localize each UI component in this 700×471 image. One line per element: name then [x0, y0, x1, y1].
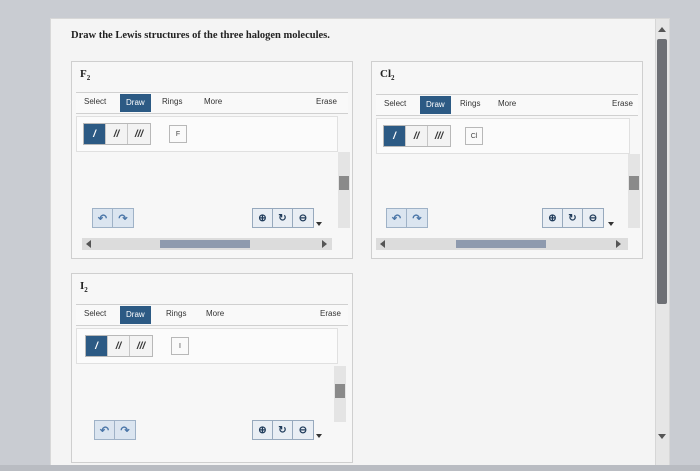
scroll-thumb[interactable] [335, 384, 345, 398]
molecule-label: Cl2 [380, 68, 395, 83]
triple-bond-button[interactable]: /// [130, 336, 152, 356]
molecule-label: I2 [80, 280, 88, 295]
question-title: Draw the Lewis structures of the three h… [71, 30, 330, 41]
double-bond-button[interactable]: // [406, 126, 428, 146]
rings-tab[interactable]: Rings [166, 309, 186, 318]
canvas-vertical-scrollbar[interactable] [334, 366, 346, 422]
sketcher-f2: F2 Select Draw Rings More Erase / // ///… [71, 61, 353, 259]
tool-palette: / // /// Cl [376, 118, 630, 154]
zoom-in-icon[interactable]: ⊕ [543, 209, 563, 227]
canvas-vertical-scrollbar[interactable] [628, 154, 640, 228]
chevron-down-icon[interactable] [608, 222, 614, 226]
scroll-thumb[interactable] [339, 176, 349, 190]
scroll-right-icon[interactable] [616, 240, 621, 248]
zoom-controls: ⊕ ↻ ⊖ [252, 208, 314, 228]
rings-tab[interactable]: Rings [162, 97, 182, 106]
element-cl-button[interactable]: Cl [465, 127, 483, 145]
page-scrollbar[interactable] [655, 19, 669, 469]
triple-bond-button[interactable]: /// [428, 126, 450, 146]
element-i-button[interactable]: I [171, 337, 189, 355]
erase-button[interactable]: Erase [612, 99, 633, 108]
scroll-down-icon[interactable] [658, 434, 666, 439]
draw-tab[interactable]: Draw [420, 96, 451, 114]
bond-tools: / // /// [85, 335, 153, 357]
select-tab[interactable]: Select [84, 309, 106, 318]
double-bond-button[interactable]: // [108, 336, 130, 356]
bond-tools: / // /// [83, 123, 151, 145]
erase-button[interactable]: Erase [316, 97, 337, 106]
history-controls: ↶ ↷ [92, 208, 134, 228]
redo-icon[interactable]: ↷ [113, 209, 133, 227]
question-page: Draw the Lewis structures of the three h… [50, 18, 670, 469]
window-bottom-edge [0, 465, 700, 471]
redo-icon[interactable]: ↷ [407, 209, 427, 227]
sketcher-toolbar: Select Draw Rings More Erase [376, 94, 638, 116]
rings-tab[interactable]: Rings [460, 99, 480, 108]
more-tab[interactable]: More [204, 97, 222, 106]
undo-icon[interactable]: ↶ [387, 209, 407, 227]
more-tab[interactable]: More [498, 99, 516, 108]
scroll-left-icon[interactable] [380, 240, 385, 248]
scroll-thumb[interactable] [160, 240, 250, 248]
scroll-right-icon[interactable] [322, 240, 327, 248]
redo-icon[interactable]: ↷ [115, 421, 135, 439]
sketcher-i2: I2 Select Draw Rings More Erase / // ///… [71, 273, 353, 463]
element-f-button[interactable]: F [169, 125, 187, 143]
canvas-vertical-scrollbar[interactable] [338, 152, 350, 228]
zoom-out-icon[interactable]: ⊖ [293, 421, 313, 439]
draw-tab[interactable]: Draw [120, 94, 151, 112]
zoom-out-icon[interactable]: ⊖ [583, 209, 603, 227]
select-tab[interactable]: Select [84, 97, 106, 106]
history-controls: ↶ ↷ [94, 420, 136, 440]
zoom-controls: ⊕ ↻ ⊖ [542, 208, 604, 228]
scroll-up-icon[interactable] [658, 27, 666, 32]
bond-tools: / // /// [383, 125, 451, 147]
sketcher-cl2: Cl2 Select Draw Rings More Erase / // //… [371, 61, 643, 259]
page-scroll-thumb[interactable] [657, 39, 667, 304]
zoom-in-icon[interactable]: ⊕ [253, 421, 273, 439]
history-controls: ↶ ↷ [386, 208, 428, 228]
draw-tab[interactable]: Draw [120, 306, 151, 324]
zoom-reset-icon[interactable]: ↻ [273, 421, 293, 439]
zoom-out-icon[interactable]: ⊖ [293, 209, 313, 227]
single-bond-button[interactable]: / [384, 126, 406, 146]
sketcher-toolbar: Select Draw Rings More Erase [76, 92, 348, 114]
scroll-left-icon[interactable] [86, 240, 91, 248]
canvas-horizontal-scrollbar[interactable] [82, 238, 332, 250]
double-bond-button[interactable]: // [106, 124, 128, 144]
scroll-thumb[interactable] [456, 240, 546, 248]
canvas-horizontal-scrollbar[interactable] [376, 238, 628, 250]
tool-palette: / // /// I [76, 328, 338, 364]
molecule-label: F2 [80, 68, 91, 83]
select-tab[interactable]: Select [384, 99, 406, 108]
more-tab[interactable]: More [206, 309, 224, 318]
zoom-in-icon[interactable]: ⊕ [253, 209, 273, 227]
single-bond-button[interactable]: / [86, 336, 108, 356]
single-bond-button[interactable]: / [84, 124, 106, 144]
triple-bond-button[interactable]: /// [128, 124, 150, 144]
sketcher-toolbar: Select Draw Rings More Erase [76, 304, 348, 326]
zoom-reset-icon[interactable]: ↻ [273, 209, 293, 227]
zoom-controls: ⊕ ↻ ⊖ [252, 420, 314, 440]
tool-palette: / // /// F [76, 116, 338, 152]
undo-icon[interactable]: ↶ [93, 209, 113, 227]
undo-icon[interactable]: ↶ [95, 421, 115, 439]
zoom-reset-icon[interactable]: ↻ [563, 209, 583, 227]
chevron-down-icon[interactable] [316, 434, 322, 438]
chevron-down-icon[interactable] [316, 222, 322, 226]
erase-button[interactable]: Erase [320, 309, 341, 318]
scroll-thumb[interactable] [629, 176, 639, 190]
